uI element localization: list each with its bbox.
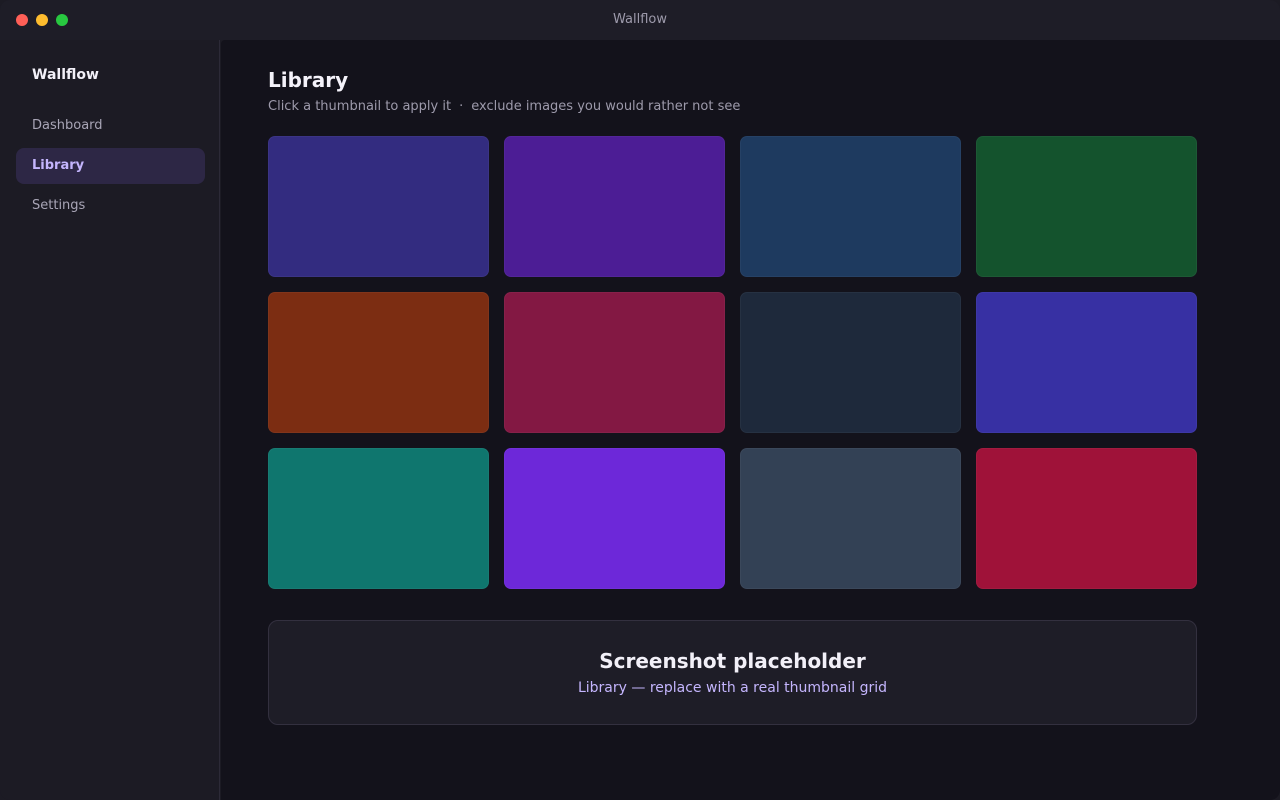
wallpaper-thumbnail[interactable]	[740, 448, 961, 589]
thumbnail-grid	[268, 136, 1197, 589]
window-title: Wallflow	[613, 12, 667, 27]
app-brand: Wallflow	[32, 67, 99, 83]
placeholder-title: Screenshot placeholder	[599, 649, 866, 673]
placeholder-subtitle: Library — replace with a real thumbnail …	[577, 680, 888, 696]
wallpaper-thumbnail[interactable]	[268, 448, 489, 589]
wallpaper-thumbnail[interactable]	[268, 292, 489, 433]
wallpaper-thumbnail[interactable]	[504, 136, 725, 277]
wallpaper-thumbnail[interactable]	[504, 448, 725, 589]
wallpaper-thumbnail[interactable]	[976, 292, 1197, 433]
wallpaper-thumbnail[interactable]	[740, 292, 961, 433]
screenshot-placeholder: Screenshot placeholder Library — replace…	[268, 620, 1197, 725]
app-window: Wallflow Wallflow Dashboard Library Sett…	[0, 0, 1280, 800]
page-title: Library	[268, 68, 349, 92]
sidebar-item-settings[interactable]: Settings	[16, 188, 205, 224]
title-bar: Wallflow	[0, 0, 1280, 40]
wallpaper-thumbnail[interactable]	[740, 136, 961, 277]
sidebar-item-library[interactable]: Library	[16, 148, 205, 184]
subtitle-hint: exclude images you would rather not see	[471, 99, 741, 114]
wallpaper-thumbnail[interactable]	[504, 292, 725, 433]
main-content: Library Click a thumbnail to apply it · ex…	[221, 40, 1280, 800]
sidebar-item-dashboard[interactable]: Dashboard	[16, 108, 205, 144]
wallpaper-thumbnail[interactable]	[976, 448, 1197, 589]
page-subtitle: Click a thumbnail to apply it · exclude im…	[268, 99, 740, 114]
sidebar: Wallflow Dashboard Library Settings	[0, 40, 220, 800]
wallpaper-thumbnail[interactable]	[976, 136, 1197, 277]
subtitle-instruction: Click a thumbnail to apply it	[268, 99, 452, 114]
subtitle-separator: ·	[459, 99, 464, 114]
wallpaper-thumbnail[interactable]	[268, 136, 489, 277]
